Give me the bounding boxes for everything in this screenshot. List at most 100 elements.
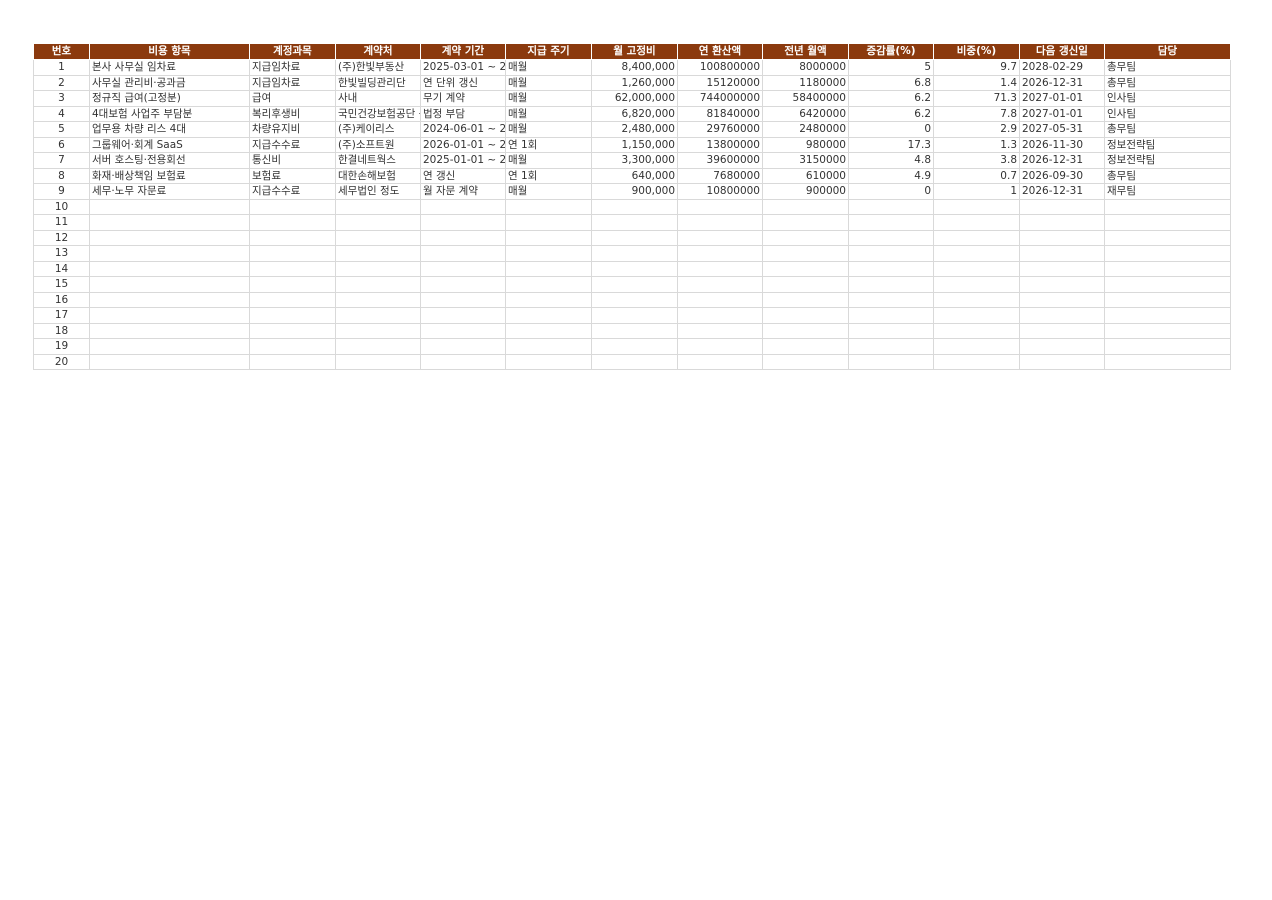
cell-annual[interactable] <box>677 307 763 324</box>
cell-cycle[interactable] <box>505 229 592 246</box>
cell-monthly[interactable] <box>591 291 678 308</box>
cell-share[interactable]: 3.8 <box>933 152 1020 169</box>
cell-vendor[interactable]: 국민건강보험공단 등 <box>335 105 421 122</box>
cell-account[interactable] <box>249 260 336 277</box>
cell-share[interactable]: 2.9 <box>933 121 1020 138</box>
cell-period[interactable]: 2025-03-01 ~ 202 <box>420 59 506 76</box>
cell-monthly[interactable]: 6,820,000 <box>591 105 678 122</box>
cell-annual[interactable] <box>677 322 763 339</box>
cell-period[interactable] <box>420 307 506 324</box>
cell-item[interactable] <box>89 245 250 262</box>
cell-prev[interactable] <box>762 307 849 324</box>
cell-annual[interactable]: 13800000 <box>677 136 763 153</box>
cell-annual[interactable] <box>677 276 763 293</box>
cell-prev[interactable]: 900000 <box>762 183 849 200</box>
cell-cycle[interactable]: 매월 <box>505 74 592 91</box>
cell-change[interactable]: 4.8 <box>848 152 934 169</box>
cell-renewal[interactable]: 2026-09-30 <box>1019 167 1105 184</box>
cell-vendor[interactable]: 사내 <box>335 90 421 107</box>
cell-share[interactable] <box>933 276 1020 293</box>
cell-period[interactable]: 2026-01-01 ~ 202 <box>420 136 506 153</box>
cell-no[interactable]: 15 <box>33 276 90 293</box>
cell-prev[interactable] <box>762 198 849 215</box>
cell-share[interactable]: 9.7 <box>933 59 1020 76</box>
cell-share[interactable] <box>933 229 1020 246</box>
cell-account[interactable]: 차량유지비 <box>249 121 336 138</box>
cell-monthly[interactable]: 1,260,000 <box>591 74 678 91</box>
cell-vendor[interactable] <box>335 322 421 339</box>
cell-owner[interactable]: 정보전략팀 <box>1104 152 1231 169</box>
column-header-vendor[interactable]: 계약처 <box>335 43 421 60</box>
cell-change[interactable]: 17.3 <box>848 136 934 153</box>
cell-owner[interactable] <box>1104 307 1231 324</box>
cell-annual[interactable] <box>677 229 763 246</box>
cell-vendor[interactable] <box>335 338 421 355</box>
cell-annual[interactable] <box>677 198 763 215</box>
cell-owner[interactable] <box>1104 245 1231 262</box>
cell-cycle[interactable] <box>505 307 592 324</box>
column-header-renewal[interactable]: 다음 갱신일 <box>1019 43 1105 60</box>
column-header-owner[interactable]: 담당 <box>1104 43 1231 60</box>
cell-change[interactable]: 4.9 <box>848 167 934 184</box>
cell-renewal[interactable]: 2027-05-31 <box>1019 121 1105 138</box>
cell-owner[interactable]: 인사팀 <box>1104 90 1231 107</box>
cell-annual[interactable]: 29760000 <box>677 121 763 138</box>
cell-monthly[interactable]: 8,400,000 <box>591 59 678 76</box>
cell-account[interactable]: 보험료 <box>249 167 336 184</box>
cell-owner[interactable] <box>1104 276 1231 293</box>
cell-prev[interactable]: 3150000 <box>762 152 849 169</box>
cell-account[interactable]: 지급수수료 <box>249 136 336 153</box>
cell-item[interactable] <box>89 214 250 231</box>
cell-owner[interactable]: 총무팀 <box>1104 167 1231 184</box>
cell-item[interactable] <box>89 260 250 277</box>
cell-monthly[interactable] <box>591 322 678 339</box>
cell-renewal[interactable]: 2026-12-31 <box>1019 183 1105 200</box>
cell-share[interactable] <box>933 322 1020 339</box>
cell-item[interactable] <box>89 276 250 293</box>
cell-owner[interactable] <box>1104 291 1231 308</box>
cell-annual[interactable] <box>677 260 763 277</box>
cell-renewal[interactable] <box>1019 307 1105 324</box>
cell-annual[interactable]: 39600000 <box>677 152 763 169</box>
cell-renewal[interactable] <box>1019 245 1105 262</box>
cell-renewal[interactable] <box>1019 322 1105 339</box>
cell-period[interactable]: 연 갱신 <box>420 167 506 184</box>
cell-no[interactable]: 12 <box>33 229 90 246</box>
cell-cycle[interactable] <box>505 291 592 308</box>
cell-period[interactable] <box>420 198 506 215</box>
cell-cycle[interactable] <box>505 260 592 277</box>
cell-renewal[interactable] <box>1019 276 1105 293</box>
cell-vendor[interactable]: 한결네트웍스 <box>335 152 421 169</box>
cell-no[interactable]: 11 <box>33 214 90 231</box>
cell-prev[interactable]: 58400000 <box>762 90 849 107</box>
cell-change[interactable] <box>848 198 934 215</box>
column-header-prev[interactable]: 전년 월액 <box>762 43 849 60</box>
cell-monthly[interactable]: 3,300,000 <box>591 152 678 169</box>
cell-account[interactable] <box>249 276 336 293</box>
cell-annual[interactable] <box>677 245 763 262</box>
cell-period[interactable] <box>420 276 506 293</box>
cell-no[interactable]: 5 <box>33 121 90 138</box>
cell-period[interactable]: 2024-06-01 ~ 202 <box>420 121 506 138</box>
cell-change[interactable] <box>848 260 934 277</box>
cell-share[interactable] <box>933 214 1020 231</box>
cell-period[interactable]: 2025-01-01 ~ 202 <box>420 152 506 169</box>
cell-account[interactable]: 복리후생비 <box>249 105 336 122</box>
cell-account[interactable]: 통신비 <box>249 152 336 169</box>
cell-share[interactable]: 1 <box>933 183 1020 200</box>
cell-owner[interactable] <box>1104 260 1231 277</box>
cell-item[interactable]: 사무실 관리비·공과금 <box>89 74 250 91</box>
cell-item[interactable] <box>89 291 250 308</box>
cell-annual[interactable] <box>677 338 763 355</box>
cell-renewal[interactable]: 2026-11-30 <box>1019 136 1105 153</box>
cell-vendor[interactable] <box>335 276 421 293</box>
cell-no[interactable]: 10 <box>33 198 90 215</box>
cell-prev[interactable]: 1180000 <box>762 74 849 91</box>
cell-share[interactable]: 0.7 <box>933 167 1020 184</box>
cell-vendor[interactable]: (주)케이리스 <box>335 121 421 138</box>
cell-owner[interactable] <box>1104 353 1231 370</box>
cell-vendor[interactable] <box>335 214 421 231</box>
cell-item[interactable]: 4대보험 사업주 부담분 <box>89 105 250 122</box>
cell-account[interactable] <box>249 214 336 231</box>
cell-no[interactable]: 20 <box>33 353 90 370</box>
